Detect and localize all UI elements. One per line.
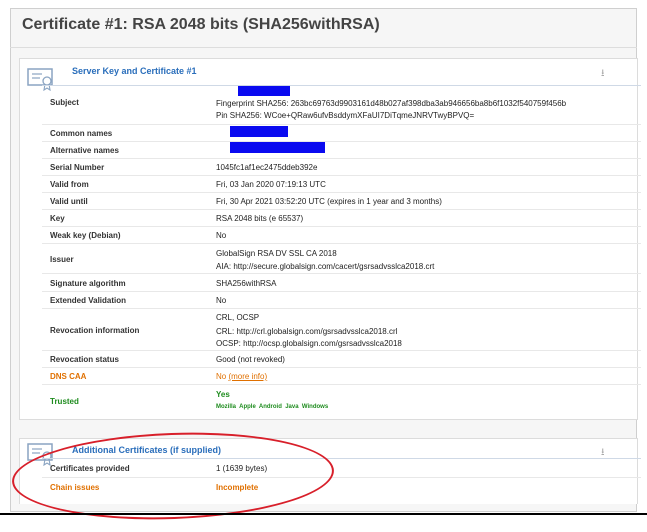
label-valid-from: Valid from	[50, 180, 89, 189]
label-extended-validation: Extended Validation	[50, 296, 127, 305]
page-title: Certificate #1: RSA 2048 bits (SHA256wit…	[22, 16, 380, 33]
row-extended-validation: Extended Validation No	[42, 291, 641, 309]
redaction-alternative-names	[230, 142, 325, 153]
value-extended-validation: No	[216, 296, 227, 305]
issuer-aia: AIA: http://secure.globalsign.com/cacert…	[216, 262, 435, 271]
label-trusted: Trusted	[50, 397, 79, 406]
row-signature-algorithm: Signature algorithm SHA256withRSA	[42, 273, 641, 292]
dns-caa-status: No	[216, 372, 227, 381]
redaction-common-names	[230, 126, 288, 137]
row-valid-until: Valid until Fri, 30 Apr 2021 03:52:20 UT…	[42, 192, 641, 210]
label-weak-key: Weak key (Debian)	[50, 231, 121, 240]
value-key: RSA 2048 bits (e 65537)	[216, 214, 304, 223]
label-common-names: Common names	[50, 129, 113, 138]
value-serial-number: 1045fc1af1ec2475ddeb392e	[216, 163, 318, 172]
screenshot-bottom-edge	[0, 513, 647, 515]
section-title-server-key: Server Key and Certificate #1	[72, 66, 197, 76]
label-issuer: Issuer	[50, 255, 74, 264]
label-valid-until: Valid until	[50, 197, 88, 206]
row-revocation-information: Revocation information CRL, OCSP CRL: ht…	[42, 308, 641, 351]
trust-stores: Mozilla Apple Android Java Windows	[216, 404, 329, 410]
revocation-crl: CRL: http://crl.globalsign.com/gsrsadvss…	[216, 327, 398, 336]
label-revocation-information: Revocation information	[50, 326, 140, 335]
value-weak-key: No	[216, 231, 227, 240]
row-key: Key RSA 2048 bits (e 65537)	[42, 209, 641, 227]
value-valid-from: Fri, 03 Jan 2020 07:19:13 UTC	[216, 180, 326, 189]
redaction-subject	[238, 86, 290, 96]
row-trusted: Trusted Yes Mozilla Apple Android Java W…	[42, 384, 641, 417]
revocation-ocsp: OCSP: http://ocsp.globalsign.com/gsrsadv…	[216, 339, 402, 348]
label-alternative-names: Alternative names	[50, 146, 119, 155]
row-issuer: Issuer GlobalSign RSA DV SSL CA 2018 AIA…	[42, 243, 641, 274]
row-subject: Subject Fingerprint SHA256: 263bc69763d9…	[42, 86, 641, 122]
value-revocation-status: Good (not revoked)	[216, 355, 285, 364]
value-signature-algorithm: SHA256withRSA	[216, 279, 277, 288]
label-revocation-status: Revocation status	[50, 355, 119, 364]
subject-fingerprint: Fingerprint SHA256: 263bc69763d9903161d4…	[216, 99, 567, 108]
title-divider	[10, 47, 637, 48]
row-serial-number: Serial Number 1045fc1af1ec2475ddeb392e	[42, 158, 641, 176]
value-issuer: GlobalSign RSA DV SSL CA 2018	[216, 249, 337, 258]
label-serial-number: Serial Number	[50, 163, 105, 172]
download-icon[interactable]: ⭳	[601, 66, 605, 83]
label-subject: Subject	[50, 98, 79, 107]
value-revocation-methods: CRL, OCSP	[216, 313, 260, 322]
row-dns-caa: DNS CAA No (more info)	[42, 367, 641, 385]
value-trusted: Yes	[216, 390, 230, 399]
label-signature-algorithm: Signature algorithm	[50, 279, 126, 288]
label-dns-caa: DNS CAA	[50, 372, 87, 381]
row-revocation-status: Revocation status Good (not revoked)	[42, 350, 641, 368]
more-info-link[interactable]: (more info)	[228, 372, 267, 381]
row-alternative-names: Alternative names	[42, 141, 641, 159]
value-valid-until: Fri, 30 Apr 2021 03:52:20 UTC (expires i…	[216, 197, 442, 206]
subject-pin: Pin SHA256: WCoe+QRaw6ufvBsddymXFaUI7DiT…	[216, 111, 475, 120]
row-weak-key: Weak key (Debian) No	[42, 226, 641, 244]
row-common-names: Common names	[42, 124, 641, 142]
value-dns-caa: No (more info)	[216, 372, 267, 381]
row-valid-from: Valid from Fri, 03 Jan 2020 07:19:13 UTC	[42, 175, 641, 193]
label-key: Key	[50, 214, 65, 223]
